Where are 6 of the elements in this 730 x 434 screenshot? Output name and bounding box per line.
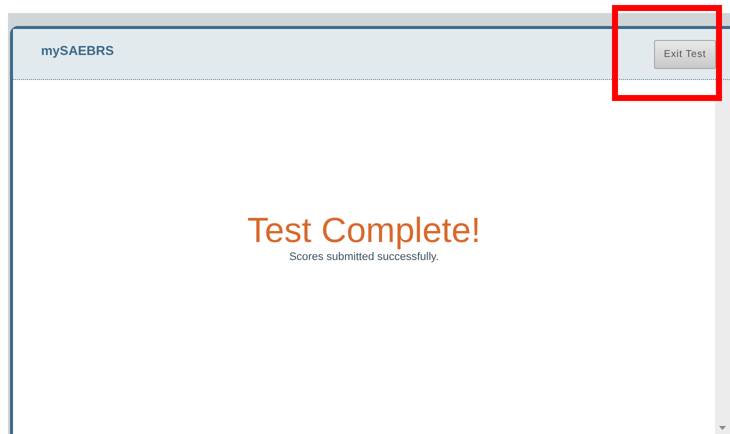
scroll-down-icon[interactable] (719, 426, 726, 430)
completion-title: Test Complete! (247, 211, 481, 251)
exit-test-button[interactable]: Exit Test (654, 40, 716, 68)
scrollbar[interactable] (715, 80, 730, 434)
app-name: mySAEBRS (41, 42, 114, 58)
completion-message: Scores submitted successfully. (289, 251, 439, 263)
